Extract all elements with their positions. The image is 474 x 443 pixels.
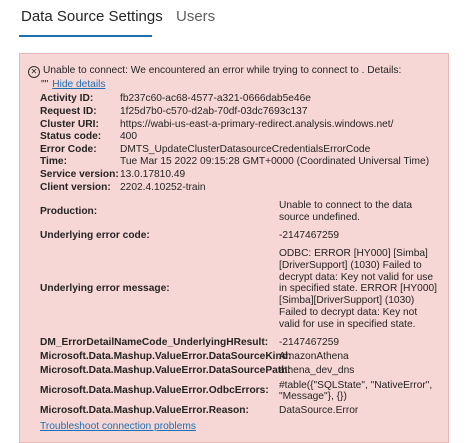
detail-label: Production: bbox=[40, 205, 98, 217]
detail-value: AmazonAthena bbox=[279, 351, 349, 363]
detail-value: Unable to connect to the data source und… bbox=[279, 200, 413, 223]
detail-row-activity-id: Activity ID: fb237c60-ac68-4577-a321-066… bbox=[40, 93, 440, 106]
detail-row-underlying-error-message: Underlying error message: ODBC: ERROR [H… bbox=[40, 242, 440, 336]
detail-value: 1f25d7b0-c570-d2ab-70df-03dc7693c137 bbox=[120, 106, 308, 118]
error-header: ✕ Unable to connect: We encountered an er… bbox=[28, 64, 446, 91]
detail-row-cluster-uri: Cluster URI: https://wabi-us-east-a-prim… bbox=[40, 118, 440, 131]
detail-value: #table({"SQLState", "NativeError", "Mess… bbox=[279, 379, 433, 403]
tab-bar: Data Source Settings Users bbox=[0, 0, 474, 40]
error-circle-x-icon: ✕ bbox=[28, 66, 40, 78]
detail-row-error-code: Error Code: DMTS_UpdateClusterDatasource… bbox=[40, 143, 440, 156]
detail-value: -2147467259 bbox=[279, 230, 340, 242]
error-message: Unable to connect: We encountered an err… bbox=[43, 65, 402, 76]
detail-value: DataSource.Error bbox=[279, 405, 359, 417]
detail-label: Client version: bbox=[40, 181, 111, 193]
detail-row-request-id: Request ID: 1f25d7b0-c570-d2ab-70df-03dc… bbox=[40, 106, 440, 119]
detail-row-hresult: DM_ErrorDetailNameCode_UnderlyingHResult… bbox=[40, 336, 440, 350]
detail-row-odbc-errors: Microsoft.Data.Mashup.ValueError.OdbcErr… bbox=[40, 378, 440, 404]
detail-row-underlying-error-code: Underlying error code: -2147467259 bbox=[40, 230, 440, 243]
detail-value: -2147467259 bbox=[279, 337, 340, 349]
detail-value: Tue Mar 15 2022 09:15:28 GMT+0000 (Coord… bbox=[120, 156, 430, 168]
detail-value: 13.0.17810.49 bbox=[120, 169, 186, 180]
detail-label: Underlying error message: bbox=[40, 283, 170, 295]
tab-data-source-settings[interactable]: Data Source Settings bbox=[21, 8, 163, 25]
detail-row-reason: Microsoft.Data.Mashup.ValueError.Reason:… bbox=[40, 404, 440, 418]
detail-value: 2202.4.10252-train bbox=[120, 181, 206, 193]
detail-value: DMTS_UpdateClusterDatasourceCredentialsE… bbox=[120, 143, 371, 155]
troubleshoot-connection-link[interactable]: Troubleshoot connection problems bbox=[40, 421, 196, 432]
detail-label: Activity ID: bbox=[40, 93, 94, 105]
detail-label: Request ID: bbox=[40, 106, 97, 118]
detail-label: Microsoft.Data.Mashup.ValueError.OdbcErr… bbox=[40, 385, 269, 397]
detail-row-client-version: Client version: 2202.4.10252-train bbox=[40, 181, 440, 194]
detail-row-datasource-kind: Microsoft.Data.Mashup.ValueError.DataSou… bbox=[40, 350, 440, 364]
detail-label: DM_ErrorDetailNameCode_UnderlyingHResult… bbox=[40, 337, 269, 349]
detail-label: Error Code: bbox=[40, 143, 97, 155]
detail-row-production: Production: Unable to connect to the dat… bbox=[40, 194, 440, 230]
detail-row-status-code: Status code: 400 bbox=[40, 131, 440, 144]
detail-label: Service version: bbox=[40, 169, 119, 180]
error-details-quote: "" bbox=[41, 79, 49, 90]
detail-label: Microsoft.Data.Mashup.ValueError.DataSou… bbox=[40, 351, 292, 363]
detail-row-service-version: Service version: 13.0.17810.49 bbox=[40, 169, 440, 182]
detail-label: Status code: bbox=[40, 131, 102, 143]
error-details-grid: Activity ID: fb237c60-ac68-4577-a321-066… bbox=[40, 93, 440, 418]
detail-label: Cluster URI: bbox=[40, 118, 99, 130]
detail-value: 400 bbox=[120, 131, 137, 143]
detail-value: athena_dev_dns bbox=[279, 365, 355, 377]
error-panel: ✕ Unable to connect: We encountered an er… bbox=[19, 53, 449, 443]
detail-label: Underlying error code: bbox=[40, 230, 150, 242]
detail-label: Time: bbox=[40, 156, 67, 168]
detail-value: fb237c60-ac68-4577-a321-0666dab5e46e bbox=[120, 93, 311, 105]
detail-value: ODBC: ERROR [HY000] [Simba][DriverSuppor… bbox=[279, 248, 437, 330]
detail-value: https://wabi-us-east-a-primary-redirect.… bbox=[120, 118, 394, 130]
detail-label: Microsoft.Data.Mashup.ValueError.DataSou… bbox=[40, 365, 291, 377]
hide-details-link[interactable]: Hide details bbox=[52, 79, 105, 90]
detail-row-time: Time: Tue Mar 15 2022 09:15:28 GMT+0000 … bbox=[40, 156, 440, 169]
detail-row-datasource-path: Microsoft.Data.Mashup.ValueError.DataSou… bbox=[40, 364, 440, 378]
detail-label: Microsoft.Data.Mashup.ValueError.Reason: bbox=[40, 405, 249, 417]
tab-users[interactable]: Users bbox=[176, 8, 215, 25]
active-tab-indicator bbox=[19, 35, 152, 37]
